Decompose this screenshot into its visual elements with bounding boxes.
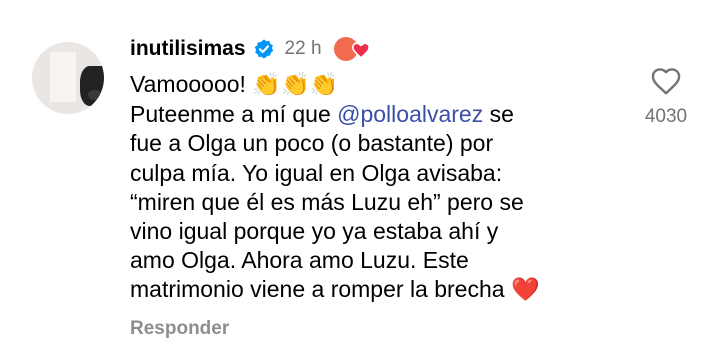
like-count: 4030 xyxy=(644,106,688,127)
mention-link[interactable]: @polloalvarez xyxy=(337,101,483,127)
creator-liked-badge xyxy=(333,36,372,62)
comment-line: culpa mía. Yo igual en Olga avisaba: xyxy=(130,159,503,186)
comment-line: Vamooooo! 👏👏👏 xyxy=(130,71,339,98)
heart-outline-icon[interactable] xyxy=(650,66,682,96)
reply-button[interactable]: Responder xyxy=(130,318,229,340)
comment-text: Vamooooo! 👏👏👏 Puteenme a mí que @polloal… xyxy=(130,70,630,306)
username[interactable]: inutilisimas xyxy=(130,37,246,61)
comment-line: fue a Olga un poco (o bastante) por xyxy=(130,130,494,157)
comment-line: amo Olga. Ahora amo Luzu. Este xyxy=(130,247,469,274)
red-heart-emoji-icon: ❤️ xyxy=(510,277,540,304)
like-column: 4030 xyxy=(636,66,696,128)
comment-line: Puteenme a mí que @polloalvarez se xyxy=(130,101,514,128)
comment-header: inutilisimas 22 h xyxy=(130,34,372,64)
timestamp: 22 h xyxy=(284,38,322,59)
clapping-hands-icon: 👏👏👏 xyxy=(252,72,339,98)
verified-badge-icon xyxy=(254,39,273,59)
comment-line: matrimonio viene a romper la brecha ❤️ xyxy=(130,276,540,304)
avatar[interactable] xyxy=(32,42,104,114)
comment-line: “miren que él es más Luzu eh” pero se xyxy=(130,188,524,215)
creator-liked-heart-icon xyxy=(351,42,370,59)
comment-line: vino igual porque yo ya estaba ahí y xyxy=(130,218,499,245)
